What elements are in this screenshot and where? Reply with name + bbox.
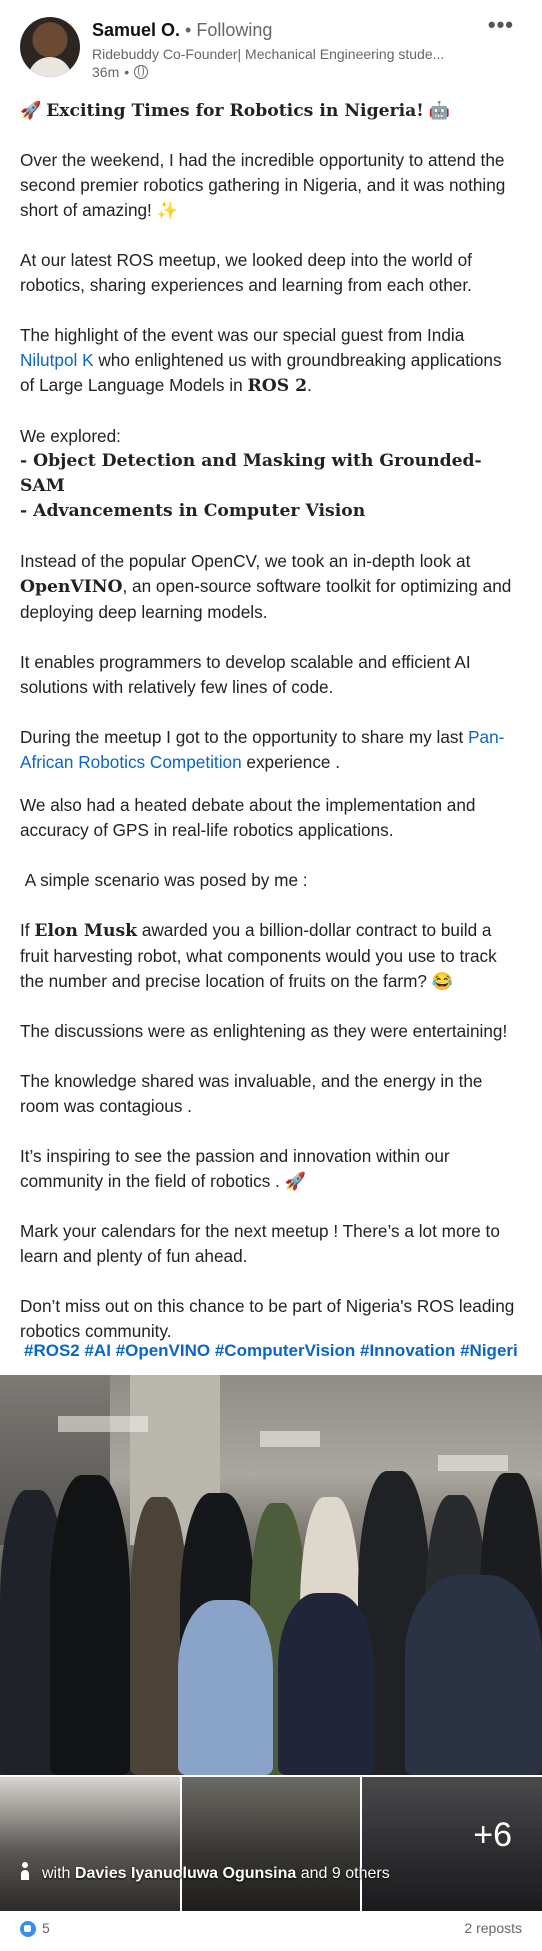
time-separator: • <box>124 64 130 80</box>
name-separator: • <box>185 20 192 40</box>
ceiling-light <box>260 1431 320 1447</box>
paragraph-text: Instead of the popular OpenCV, we took a… <box>20 551 471 571</box>
paragraph-text: experience . <box>246 752 341 772</box>
post-title-line: 🚀 Exciting Times for Robotics in Nigeria… <box>20 98 520 124</box>
explored-item: - Advancements in Computer Vision <box>20 501 366 521</box>
group-person <box>278 1593 374 1775</box>
group-person <box>405 1575 542 1775</box>
paragraph: The discussions were as enlightening as … <box>20 1021 508 1041</box>
paragraph: If Elon Musk awarded you a billion-dolla… <box>20 918 520 994</box>
post-title: Exciting Times for Robotics in Nigeria! <box>46 101 424 121</box>
event-photo-main[interactable] <box>0 1375 542 1775</box>
paragraph: It’s inspiring to see the passion and in… <box>20 1144 520 1194</box>
photo-thumbnails <box>0 1777 542 1911</box>
globe-icon <box>134 65 149 79</box>
like-icon[interactable] <box>20 1921 36 1937</box>
group-person <box>178 1600 273 1775</box>
paragraph: During the meetup I got to the opportuni… <box>20 725 520 775</box>
author-name-row: Samuel O. • Following <box>92 19 272 41</box>
paragraph: At our latest ROS meetup, we looked deep… <box>20 250 477 295</box>
paragraph-text: Over the weekend, I had the incredible o… <box>20 150 511 220</box>
more-options-icon[interactable]: ••• <box>488 12 514 38</box>
thumbnail-photo[interactable] <box>0 1777 180 1911</box>
paragraph: A simple scenario was posed by me : <box>20 870 308 890</box>
explored-item: - Object Detection and Masking with Grou… <box>20 451 482 496</box>
tag-prefix: with <box>42 1865 71 1882</box>
paragraph: We also had a heated debate about the im… <box>20 795 481 840</box>
paragraph-text: It’s inspiring to see the passion and in… <box>20 1146 455 1191</box>
paragraph: Mark your calendars for the next meetup … <box>20 1221 505 1266</box>
paragraph-text: If <box>20 920 30 940</box>
laughing-icon: 😂 <box>431 971 454 991</box>
post-text: 🚀 Exciting Times for Robotics in Nigeria… <box>20 96 520 1344</box>
paragraph: The highlight of the event was our speci… <box>20 323 520 399</box>
post-header: Samuel O. • Following Ridebuddy Co-Found… <box>0 0 542 96</box>
avatar-shirt <box>28 57 72 77</box>
post-meta: 36m • <box>92 63 149 81</box>
person-icon <box>20 1862 30 1880</box>
ceiling-light <box>58 1416 148 1432</box>
paragraph: It enables programmers to develop scalab… <box>20 652 476 697</box>
openvino-text: OpenVINO <box>20 577 123 597</box>
paragraph: Instead of the popular OpenCV, we took a… <box>20 549 520 625</box>
paragraph: Don’t miss out on this chance to be part… <box>20 1296 520 1341</box>
paragraph-text: During the meetup I got to the opportuni… <box>20 727 464 747</box>
paragraph-text: The highlight of the event was our speci… <box>20 325 465 345</box>
paragraph-text: . <box>307 375 312 395</box>
explored-label: We explored: <box>20 426 121 446</box>
ros2-text: ROS 2 <box>247 376 308 396</box>
group-person <box>50 1475 130 1775</box>
reaction-count[interactable]: 5 <box>42 1920 50 1936</box>
repost-count[interactable]: 2 reposts <box>464 1920 522 1936</box>
ceiling-light <box>438 1455 508 1471</box>
post-footer: 5 2 reposts <box>0 1911 542 1951</box>
following-status[interactable]: Following <box>196 20 272 40</box>
author-headline: Ridebuddy Co-Founder| Mechanical Enginee… <box>92 46 445 62</box>
elon-musk-text: Elon Musk <box>34 921 138 941</box>
thumbnail-photo[interactable] <box>362 1777 542 1911</box>
more-photos-count[interactable]: +6 <box>473 1816 512 1855</box>
author-avatar[interactable] <box>20 17 80 77</box>
author-name[interactable]: Samuel O. <box>92 20 180 40</box>
robot-icon: 🤖 <box>428 100 450 120</box>
rocket-icon: 🚀 <box>284 1171 307 1191</box>
sparkles-icon: ✨ <box>156 200 179 220</box>
paragraph: Over the weekend, I had the incredible o… <box>20 148 520 223</box>
rocket-icon: 🚀 <box>20 100 42 120</box>
post-time: 36m <box>92 64 120 80</box>
guest-link[interactable]: Nilutpol K <box>20 350 94 370</box>
paragraph: The knowledge shared was invaluable, and… <box>20 1071 488 1116</box>
tagged-person[interactable]: Davies Iyanuoluwa Ogunsina <box>75 1865 296 1882</box>
thumbnail-photo[interactable] <box>182 1777 360 1911</box>
tagged-people[interactable]: with Davies Iyanuoluwa Ogunsina and 9 ot… <box>20 1862 390 1883</box>
tag-suffix: and 9 others <box>300 1865 390 1882</box>
hashtags[interactable]: #ROS2 #AI #OpenVINO #ComputerVision #Inn… <box>24 1341 520 1361</box>
